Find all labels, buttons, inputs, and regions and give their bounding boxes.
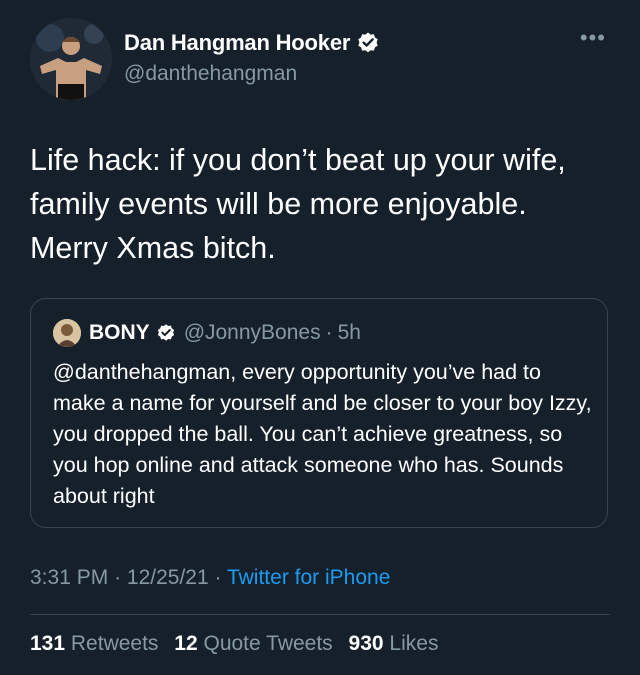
author-name-text: Dan Hangman Hooker (124, 30, 351, 55)
meta-separator: · (114, 566, 122, 589)
meta-separator: · (214, 566, 222, 589)
quoted-avatar-image (53, 319, 81, 347)
verified-badge-icon (358, 32, 378, 53)
author-name[interactable]: Dan Hangman Hooker (124, 30, 380, 56)
likes-stat[interactable]: 930 Likes (349, 632, 439, 655)
quoted-timestamp: 5h (337, 321, 361, 344)
tweet-meta: 3:31 PM · 12/25/21 · Twitter for iPhone (30, 566, 390, 590)
quoted-author-handle: @JonnyBones (183, 321, 321, 344)
quote-tweets-count: 12 (174, 632, 198, 655)
likes-label: Likes (389, 632, 439, 655)
tweet-text: Life hack: if you don’t beat up your wif… (30, 143, 566, 265)
verified-badge-icon (157, 324, 174, 341)
retweets-label: Retweets (70, 632, 159, 655)
quoted-separator: · (325, 321, 333, 344)
tweet-date: 12/25/21 (126, 566, 209, 589)
quote-tweets-label: Quote Tweets (203, 632, 333, 655)
tweet-stats: 131 Retweets 12 Quote Tweets 930 Likes (30, 632, 448, 656)
retweets-count: 131 (30, 632, 66, 655)
quoted-tweet-text: @danthehangman, every opportunity you’ve… (53, 360, 592, 508)
quote-tweets-stat[interactable]: 12 Quote Tweets (174, 632, 338, 655)
avatar-image (30, 18, 112, 100)
author-avatar[interactable] (30, 18, 112, 100)
quoted-author-name: BONY (89, 321, 150, 344)
quoted-tweet-header: BONY @JonnyBones · 5h (53, 319, 361, 347)
tweet-source-link[interactable]: Twitter for iPhone (227, 566, 390, 589)
more-horizontal-icon[interactable]: ••• (580, 27, 606, 49)
tweet-time: 3:31 PM (30, 566, 109, 589)
retweets-stat[interactable]: 131 Retweets (30, 632, 164, 655)
likes-count: 930 (348, 632, 384, 655)
author-handle[interactable]: @danthehangman (124, 62, 297, 86)
divider (30, 614, 610, 615)
quoted-tweet-card[interactable]: BONY @JonnyBones · 5h @danthehangman, ev… (30, 298, 608, 528)
quoted-author-avatar (53, 319, 81, 347)
